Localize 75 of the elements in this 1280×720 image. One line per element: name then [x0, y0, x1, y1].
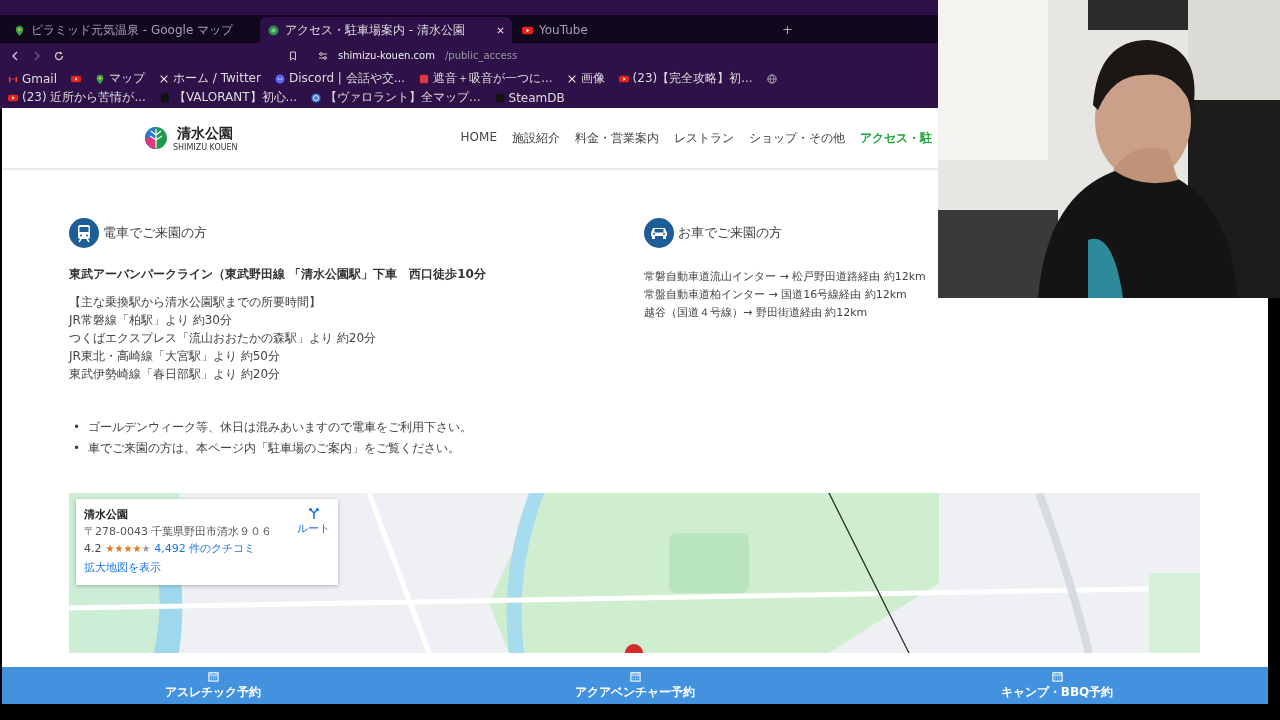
nav-link[interactable]: 料金・営業案内: [575, 129, 659, 147]
place-address: 〒278-0043 千葉県野田市清水９０６: [84, 524, 273, 539]
car-icon: [644, 218, 674, 248]
square-icon: [159, 92, 170, 103]
site-settings-icon[interactable]: [318, 50, 328, 61]
bookmark-icon[interactable]: [288, 50, 298, 61]
bookmark[interactable]: [71, 73, 81, 84]
reload-icon[interactable]: [54, 50, 64, 61]
nav-link[interactable]: レストラン: [674, 129, 734, 147]
bullet: •: [73, 440, 81, 457]
train-icon: [69, 218, 99, 248]
bookmark[interactable]: SteamDB: [494, 90, 565, 105]
travel-time-line: 【主な乗換駅から清水公園駅までの所要時間】: [69, 294, 322, 311]
bookmark[interactable]: Gmail: [8, 71, 57, 86]
globe-icon: [766, 73, 777, 84]
calendar-icon: [629, 670, 641, 682]
video-icon: [618, 73, 629, 84]
forward-icon[interactable]: [32, 50, 42, 61]
bookmark[interactable]: マップ: [95, 70, 145, 87]
x-logo-icon: [566, 73, 577, 84]
notice-text: 車でご来園の方は、本ページ内「駐車場のご案内」をご覧ください。: [88, 440, 461, 457]
video-icon: [8, 92, 18, 103]
travel-time-line: JR東北・高崎線「大宮駅」より 約50分: [69, 348, 281, 365]
bookmark[interactable]: Discord | 会話や交...: [274, 70, 406, 87]
rating-value: 4.2: [84, 542, 102, 555]
square-icon: [419, 73, 430, 84]
browser-tab[interactable]: アクセス・駐車場案内 - 清水公園: [260, 17, 512, 43]
route-button[interactable]: ルート: [297, 507, 330, 556]
bullet: •: [73, 419, 81, 436]
reviews-link[interactable]: 4,492 件のクチコミ: [154, 541, 256, 556]
chat-icon: [274, 73, 285, 84]
driving-route-line: 常磐自動車道流山インター → 松戸野田道路経由 約12km: [644, 269, 927, 285]
bookmark[interactable]: 遮音＋吸音が一つに...: [419, 70, 553, 87]
bookmark[interactable]: (23) 近所から苦情が...: [8, 89, 146, 106]
driving-route-line: 越谷（国道４号線）→ 野田街道経由 約12km: [644, 305, 869, 321]
travel-time-line: 東武伊勢崎線「春日部駅」より 約20分: [69, 366, 282, 383]
larger-map-link[interactable]: 拡大地図を表示: [84, 560, 330, 575]
calendar-icon: [1051, 670, 1063, 682]
driving-route-line: 常盤自動車道柏インター → 国道16号線経由 約12km: [644, 287, 908, 303]
calendar-icon: [207, 670, 219, 682]
logo-subtitle: SHIMIZU KOUEN: [173, 142, 238, 152]
star-rating: ★★★★★: [105, 543, 151, 554]
train-route: 東武アーバンパークライン（東武野田線 「清水公園駅」下車 西口徒歩10分: [69, 266, 487, 283]
section-title: お車でご来園の方: [678, 224, 782, 242]
travel-time-line: JR常磐線「柏駅」より 約30分: [69, 312, 233, 329]
square-icon: [494, 92, 505, 103]
bookmark[interactable]: 【ヴァロラント】全マップ...: [311, 89, 481, 106]
video-icon: [522, 24, 533, 36]
address-bar[interactable]: shimizu-kouen.com /public_access: [310, 44, 886, 67]
directions-icon: [307, 507, 320, 519]
logo-name[interactable]: 清水公園: [177, 124, 234, 143]
close-icon[interactable]: [497, 26, 504, 34]
leaf-logo-icon: [144, 126, 168, 150]
nav-link[interactable]: ショップ・その他: [749, 129, 845, 147]
bookmark[interactable]: 【VALORANT】初心...: [159, 89, 298, 106]
globe-icon: [268, 24, 279, 36]
new-tab-button[interactable]: +: [782, 21, 793, 37]
notice-text: ゴールデンウィーク等、休日は混みあいますので電車をご利用下さい。: [88, 419, 473, 436]
help-icon: [311, 92, 322, 103]
map-pin-icon: [95, 73, 105, 84]
nav-link[interactable]: HOME: [460, 129, 497, 147]
place-name: 清水公園: [84, 507, 129, 522]
travel-time-line: つくばエクスプレス「流山おおたかの森駅」より 約20分: [69, 330, 378, 347]
x-logo-icon: [159, 73, 169, 84]
browser-tab[interactable]: YouTube: [514, 17, 766, 43]
bookmark[interactable]: 画像: [566, 70, 605, 87]
bookmark[interactable]: (23)【完全攻略】初...: [618, 70, 753, 87]
section-title: 電車でご来園の方: [103, 224, 207, 242]
bookmark[interactable]: [766, 73, 777, 84]
browser-tab[interactable]: ピラミッド元気温泉 - Google マップ: [6, 17, 258, 43]
nav-link[interactable]: 施設紹介: [512, 129, 560, 147]
video-icon: [71, 73, 81, 84]
bookmark[interactable]: ホーム / Twitter: [159, 70, 261, 87]
back-icon[interactable]: [10, 50, 20, 61]
map-pin-icon: [14, 24, 25, 36]
